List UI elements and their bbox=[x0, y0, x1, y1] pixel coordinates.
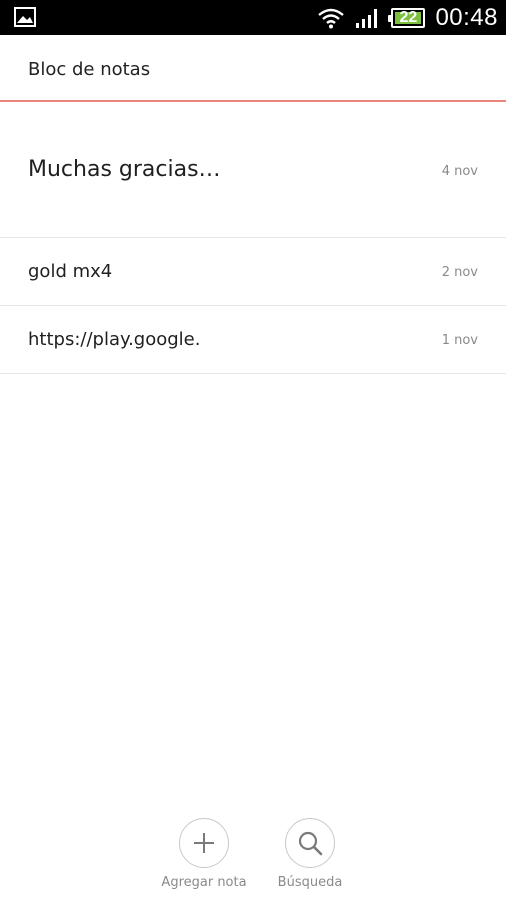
note-date: 1 nov bbox=[441, 333, 478, 348]
plus-icon bbox=[194, 833, 214, 853]
note-date: 4 nov bbox=[441, 164, 478, 179]
list-item[interactable]: Muchas gracias… 4 nov bbox=[0, 102, 506, 238]
add-note-circle[interactable] bbox=[179, 818, 229, 868]
status-time: 00:48 bbox=[435, 3, 498, 31]
note-title: Muchas gracias… bbox=[28, 157, 221, 182]
status-icons: 22 00:48 bbox=[317, 0, 498, 35]
status-bar: 22 00:48 bbox=[0, 0, 506, 35]
battery-level: 22 bbox=[399, 8, 418, 26]
gallery-icon bbox=[14, 7, 36, 27]
wifi-icon bbox=[318, 8, 345, 28]
page-title: Bloc de notas bbox=[28, 59, 151, 80]
note-date: 2 nov bbox=[441, 265, 478, 280]
add-note-label: Agregar nota bbox=[161, 875, 247, 890]
notepad-screen: 22 00:48 Bloc de notas Muchas gracias… 4… bbox=[0, 0, 506, 900]
search-icon bbox=[298, 831, 323, 856]
app-header: Bloc de notas bbox=[0, 35, 506, 102]
note-title: gold mx4 bbox=[28, 261, 113, 282]
bottom-action-bar: Agregar nota Búsqueda bbox=[0, 815, 506, 900]
list-item[interactable]: https://play.google. 1 nov bbox=[0, 306, 506, 374]
search-circle[interactable] bbox=[285, 818, 335, 868]
signal-icon bbox=[356, 8, 378, 28]
notes-list: Muchas gracias… 4 nov gold mx4 2 nov htt… bbox=[0, 102, 506, 374]
search-button[interactable]: Búsqueda bbox=[250, 815, 370, 890]
list-item[interactable]: gold mx4 2 nov bbox=[0, 238, 506, 306]
battery-icon: 22 bbox=[388, 7, 426, 28]
note-title: https://play.google. bbox=[28, 329, 201, 350]
add-note-button[interactable]: Agregar nota bbox=[144, 815, 264, 890]
search-label: Búsqueda bbox=[277, 875, 343, 890]
